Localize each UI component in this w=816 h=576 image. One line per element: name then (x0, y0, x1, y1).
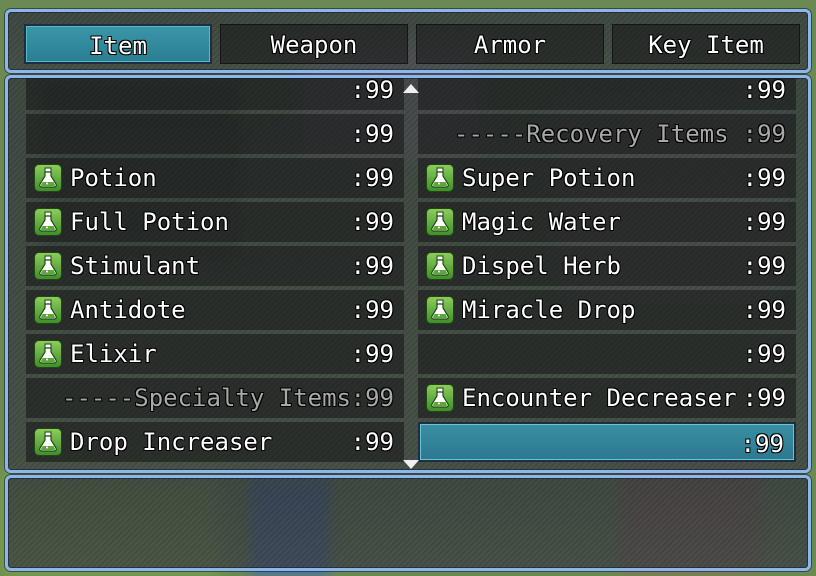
item-quantity: :99 (350, 76, 394, 104)
item-row[interactable]: Dispel Herb :99 (418, 246, 796, 286)
tab-key-item[interactable]: Key Item (612, 24, 800, 64)
tab-item[interactable]: Item (24, 24, 212, 64)
item-quantity: :99 (350, 120, 394, 148)
item-name: -----Specialty Items (62, 384, 351, 412)
item-name: Potion (70, 164, 157, 192)
item-row[interactable]: -----Recovery Items :99 (418, 114, 796, 154)
item-quantity: :99 (742, 76, 786, 104)
item-name: Full Potion (70, 208, 229, 236)
item-quantity: :99 (350, 340, 394, 368)
item-quantity: :99 (350, 296, 394, 324)
item-quantity: :99 (742, 252, 786, 280)
item-name: -----Recovery Items (454, 120, 729, 148)
potion-icon (34, 340, 62, 368)
item-row[interactable]: Super Potion :99 (418, 158, 796, 198)
item-quantity: :99 (350, 164, 394, 192)
item-row[interactable]: Miracle Drop :99 (418, 290, 796, 330)
item-quantity: :99 (742, 384, 786, 412)
item-row[interactable]: Potion :99 (26, 158, 404, 198)
potion-icon (34, 164, 62, 192)
potion-icon (34, 252, 62, 280)
item-row[interactable]: Stimulant :99 (26, 246, 404, 286)
item-name: Miracle Drop (462, 296, 636, 324)
item-row[interactable]: Magic Water :99 (418, 202, 796, 242)
item-row[interactable]: :99 (418, 76, 796, 110)
item-row[interactable]: :99 (418, 422, 796, 462)
help-window (5, 475, 811, 571)
item-name: Antidote (70, 296, 186, 324)
potion-icon (426, 296, 454, 324)
item-quantity: :99 (350, 252, 394, 280)
item-row[interactable]: Drop Increaser :99 (26, 422, 404, 462)
scroll-down-arrow-icon[interactable] (403, 460, 419, 469)
item-row[interactable]: Encounter Decreaser:99 (418, 378, 796, 418)
item-quantity: :99 (740, 430, 784, 458)
item-quantity: :99 (350, 428, 394, 456)
item-quantity: :99 (350, 384, 394, 412)
potion-icon (426, 252, 454, 280)
item-quantity: :99 (742, 208, 786, 236)
item-row[interactable]: Full Potion :99 (26, 202, 404, 242)
item-row[interactable]: :99 (26, 76, 404, 110)
category-window: Item Weapon Armor Key Item (5, 9, 811, 73)
item-quantity: :99 (742, 340, 786, 368)
item-row[interactable]: :99 (418, 334, 796, 374)
item-name: Encounter Decreaser (462, 384, 737, 412)
item-name: Elixir (70, 340, 157, 368)
item-column-right: :99 -----Recovery Items :99 Super Potion :99… (418, 76, 796, 466)
item-list: :99 :99 Potion :99 Full Potion :99 Stimulant :9… (8, 78, 808, 470)
tab-weapon[interactable]: Weapon (220, 24, 408, 64)
item-list-window: :99 :99 Potion :99 Full Potion :99 Stimulant :9… (5, 75, 811, 473)
item-name: Magic Water (462, 208, 621, 236)
item-name: Super Potion (462, 164, 636, 192)
item-quantity: :99 (742, 120, 786, 148)
item-quantity: :99 (742, 164, 786, 192)
potion-icon (426, 164, 454, 192)
potion-icon (34, 428, 62, 456)
item-row[interactable]: Elixir :99 (26, 334, 404, 374)
tab-armor[interactable]: Armor (416, 24, 604, 64)
potion-icon (426, 208, 454, 236)
potion-icon (34, 296, 62, 324)
item-row[interactable]: -----Specialty Items:99 (26, 378, 404, 418)
category-tabs: Item Weapon Armor Key Item (24, 24, 808, 72)
item-quantity: :99 (742, 296, 786, 324)
item-column-left: :99 :99 Potion :99 Full Potion :99 Stimulant :9… (26, 76, 404, 466)
item-quantity: :99 (350, 208, 394, 236)
item-name: Dispel Herb (462, 252, 621, 280)
scroll-up-arrow-icon[interactable] (403, 84, 419, 93)
item-row[interactable]: Antidote :99 (26, 290, 404, 330)
item-name: Drop Increaser (70, 428, 273, 456)
potion-icon (34, 208, 62, 236)
item-row[interactable]: :99 (26, 114, 404, 154)
potion-icon (426, 384, 454, 412)
item-name: Stimulant (70, 252, 201, 280)
